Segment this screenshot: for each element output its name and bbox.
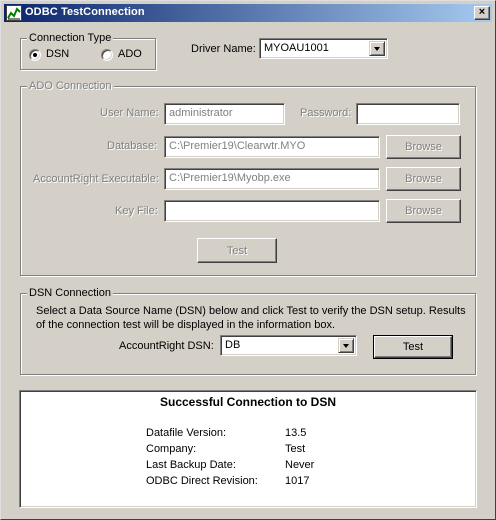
executable-browse-button[interactable]: Browse <box>386 167 461 191</box>
radio-ado-circle[interactable] <box>101 49 113 61</box>
password-field[interactable] <box>356 103 460 125</box>
password-label: Password: <box>300 107 352 119</box>
chevron-down-icon <box>374 47 380 51</box>
user-name-value: administrator <box>169 107 233 119</box>
title-bar[interactable]: ODBC TestConnection × <box>4 4 492 22</box>
dsn-test-label: Test <box>402 341 424 353</box>
info-row: Last Backup Date: Never <box>20 459 476 475</box>
key-file-label: Key File: <box>115 205 158 217</box>
executable-label: AccountRight Executable: <box>33 173 159 185</box>
close-icon: × <box>478 6 486 18</box>
executable-value: C:\Premier19\Myobp.exe <box>169 172 291 184</box>
info-value: 1017 <box>285 475 310 487</box>
key-file-browse-label: Browse <box>405 205 442 217</box>
info-key: Last Backup Date: <box>146 459 236 471</box>
accountright-dsn-label: AccountRight DSN: <box>119 340 214 352</box>
connection-type-legend: Connection Type <box>27 32 114 44</box>
key-file-field[interactable] <box>164 200 380 222</box>
executable-field[interactable]: C:\Premier19\Myobp.exe <box>164 168 380 190</box>
user-name-label: User Name: <box>100 107 159 119</box>
window-title: ODBC TestConnection <box>25 6 145 18</box>
executable-browse-label: Browse <box>405 173 442 185</box>
info-key: ODBC Direct Revision: <box>146 475 258 487</box>
info-row: ODBC Direct Revision: 1017 <box>20 475 476 491</box>
radio-ado[interactable]: ADO <box>101 48 151 63</box>
database-field[interactable]: C:\Premier19\Clearwtr.MYO <box>164 136 380 158</box>
dsn-connection-legend: DSN Connection <box>27 287 113 299</box>
driver-dropdown-button[interactable] <box>369 41 385 56</box>
connection-type-group: Connection Type DSN ADO <box>20 32 156 70</box>
database-browse-label: Browse <box>405 141 442 153</box>
info-value: 13.5 <box>285 427 307 439</box>
info-key: Datafile Version: <box>146 427 227 439</box>
database-value: C:\Premier19\Clearwtr.MYO <box>169 140 306 152</box>
odbc-test-connection-window: ODBC TestConnection × Connection Type DS… <box>0 0 496 520</box>
radio-selected-dot <box>33 53 37 57</box>
database-browse-button[interactable]: Browse <box>386 135 461 159</box>
ado-connection-legend: ADO Connection <box>27 80 114 92</box>
info-key: Company: <box>146 443 197 455</box>
app-chart-icon <box>6 5 22 21</box>
info-title: Successful Connection to DSN <box>159 395 337 409</box>
key-file-browse-button[interactable]: Browse <box>386 199 461 223</box>
radio-dsn-circle[interactable] <box>29 49 41 61</box>
driver-name-label: Driver Name: <box>191 43 256 55</box>
ado-test-button[interactable]: Test <box>197 238 277 263</box>
radio-dsn-label: DSN <box>46 48 70 60</box>
dsn-dropdown-button[interactable] <box>338 338 354 353</box>
info-row: Datafile Version: 13.5 <box>20 427 476 443</box>
dsn-description-line2: of the connection test will be displayed… <box>36 319 336 331</box>
driver-name-combo[interactable]: MYOAU1001 <box>259 38 388 59</box>
dsn-test-button[interactable]: Test <box>373 335 453 359</box>
info-value: Test <box>285 443 306 455</box>
accountright-dsn-combo[interactable]: DB <box>220 335 357 356</box>
ado-test-label: Test <box>226 244 248 257</box>
user-name-field[interactable]: administrator <box>164 103 285 125</box>
information-box: Successful Connection to DSN Datafile Ve… <box>19 390 477 508</box>
accountright-dsn-value: DB <box>225 339 241 351</box>
info-row: Company: Test <box>20 443 476 459</box>
close-button[interactable]: × <box>474 6 490 20</box>
radio-dsn[interactable]: DSN <box>29 48 79 63</box>
database-label: Database: <box>107 140 158 152</box>
driver-name-value: MYOAU1001 <box>264 42 329 54</box>
dsn-description-line1: Select a Data Source Name (DSN) below an… <box>36 305 466 317</box>
info-value: Never <box>285 459 315 471</box>
radio-ado-label: ADO <box>118 48 142 60</box>
chevron-down-icon <box>343 344 349 348</box>
